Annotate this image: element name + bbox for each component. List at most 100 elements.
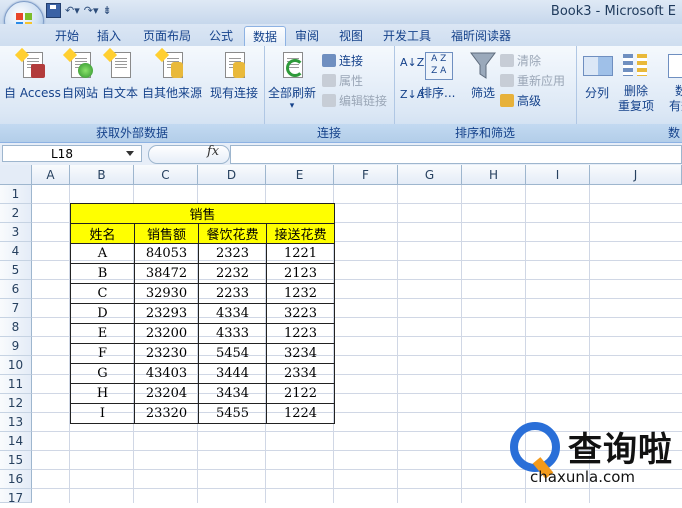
insert-function-icon[interactable]: fx — [207, 144, 219, 159]
select-all-corner[interactable] — [0, 165, 32, 185]
row-header-5[interactable]: 5 — [0, 261, 32, 280]
worksheet-grid[interactable]: A B C D E F G H I J 1 2 3 4 5 6 7 8 9 10… — [0, 165, 682, 505]
cell[interactable]: 4333 — [198, 323, 267, 344]
row-header-11[interactable]: 11 — [0, 375, 32, 394]
data-validation-button[interactable]: 数 有效 — [666, 50, 682, 114]
cell[interactable]: B — [70, 263, 135, 284]
cell[interactable]: 84053 — [134, 243, 199, 264]
cell[interactable]: G — [70, 363, 135, 384]
cell[interactable]: A — [70, 243, 135, 264]
cell[interactable]: 23230 — [134, 343, 199, 364]
sort-button[interactable]: A ZZ A 排序... — [420, 50, 455, 101]
cell[interactable]: D — [70, 303, 135, 324]
row-header-8[interactable]: 8 — [0, 318, 32, 337]
properties-button[interactable]: 属性 — [322, 72, 363, 89]
cell[interactable]: 1221 — [266, 243, 335, 264]
existing-connections-button[interactable]: 现有连接 — [210, 50, 258, 101]
row-header-4[interactable]: 4 — [0, 242, 32, 261]
header-cell-name[interactable]: 姓名 — [70, 223, 135, 244]
header-cell-dining[interactable]: 餐饮花费 — [198, 223, 267, 244]
column-header-A[interactable]: A — [32, 165, 70, 185]
cell[interactable]: 23293 — [134, 303, 199, 324]
cell[interactable]: 3223 — [266, 303, 335, 324]
tab-view[interactable]: 视图 — [332, 26, 370, 46]
cell[interactable]: 23200 — [134, 323, 199, 344]
row-header-7[interactable]: 7 — [0, 299, 32, 318]
column-header-E[interactable]: E — [266, 165, 334, 185]
refresh-dropdown-icon[interactable]: ▾ — [268, 101, 316, 111]
column-header-C[interactable]: C — [134, 165, 198, 185]
text-to-columns-button[interactable]: 分列 — [582, 50, 613, 101]
tab-page-layout[interactable]: 页面布局 — [136, 26, 198, 46]
tab-data[interactable]: 数据 — [244, 26, 286, 47]
cell[interactable]: 23204 — [134, 383, 199, 404]
cell[interactable]: 3444 — [198, 363, 267, 384]
row-header-6[interactable]: 6 — [0, 280, 32, 299]
column-header-F[interactable]: F — [334, 165, 398, 185]
row-header-17[interactable]: 17 — [0, 489, 32, 505]
cell[interactable]: 2233 — [198, 283, 267, 304]
header-cell-transport[interactable]: 接送花费 — [266, 223, 335, 244]
row-header-9[interactable]: 9 — [0, 337, 32, 356]
cell[interactable]: I — [70, 403, 135, 424]
filter-button[interactable]: 筛选 — [468, 50, 498, 101]
name-box[interactable]: L18 — [2, 145, 142, 162]
row-header-14[interactable]: 14 — [0, 432, 32, 451]
cell[interactable]: 2122 — [266, 383, 335, 404]
refresh-all-button[interactable]: 全部刷新 ▾ — [268, 50, 316, 111]
row-header-15[interactable]: 15 — [0, 451, 32, 470]
advanced-filter-button[interactable]: 高级 — [500, 92, 541, 109]
row-header-16[interactable]: 16 — [0, 470, 32, 489]
column-header-B[interactable]: B — [70, 165, 134, 185]
cell[interactable]: 43403 — [134, 363, 199, 384]
table-title-cell[interactable]: 销售 — [70, 203, 335, 224]
cell[interactable]: 2232 — [198, 263, 267, 284]
column-header-J[interactable]: J — [590, 165, 682, 185]
reapply-button[interactable]: 重新应用 — [500, 72, 565, 89]
row-header-12[interactable]: 12 — [0, 394, 32, 413]
cell[interactable]: 1223 — [266, 323, 335, 344]
name-box-dropdown-icon[interactable] — [126, 151, 134, 156]
cell[interactable]: 5455 — [198, 403, 267, 424]
remove-duplicates-button[interactable]: 删除 重复项 — [618, 50, 654, 114]
cell[interactable]: 2323 — [198, 243, 267, 264]
row-header-1[interactable]: 1 — [0, 185, 32, 204]
cell[interactable]: H — [70, 383, 135, 404]
redo-icon[interactable]: ↷▾ — [84, 4, 99, 17]
cell[interactable]: C — [70, 283, 135, 304]
tab-developer[interactable]: 开发工具 — [376, 26, 438, 46]
cell[interactable]: 38472 — [134, 263, 199, 284]
cell[interactable]: E — [70, 323, 135, 344]
cell[interactable]: 5454 — [198, 343, 267, 364]
cell[interactable]: 32930 — [134, 283, 199, 304]
cell[interactable]: F — [70, 343, 135, 364]
cell[interactable]: 2334 — [266, 363, 335, 384]
clear-filter-button[interactable]: 清除 — [500, 52, 541, 69]
row-header-13[interactable]: 13 — [0, 413, 32, 432]
edit-links-button[interactable]: 编辑链接 — [322, 92, 387, 109]
tab-review[interactable]: 审阅 — [288, 26, 326, 46]
row-header-3[interactable]: 3 — [0, 223, 32, 242]
save-icon[interactable] — [46, 3, 61, 18]
from-text-button[interactable]: 自文本 — [102, 47, 138, 101]
row-header-2[interactable]: 2 — [0, 204, 32, 223]
customize-qat-icon[interactable]: ⇟ — [103, 4, 112, 17]
tab-foxit-reader[interactable]: 福昕阅读器 — [444, 26, 518, 46]
tab-home[interactable]: 开始 — [48, 26, 86, 46]
column-header-I[interactable]: I — [526, 165, 590, 185]
from-other-sources-button[interactable]: 自其他来源 — [142, 47, 202, 101]
connections-button[interactable]: 连接 — [322, 52, 363, 69]
cell[interactable]: 1232 — [266, 283, 335, 304]
tab-insert[interactable]: 插入 — [90, 26, 128, 46]
column-header-H[interactable]: H — [462, 165, 526, 185]
column-header-D[interactable]: D — [198, 165, 266, 185]
row-header-10[interactable]: 10 — [0, 356, 32, 375]
from-web-button[interactable]: 自网站 — [62, 47, 98, 101]
cell[interactable]: 3434 — [198, 383, 267, 404]
cell[interactable]: 4334 — [198, 303, 267, 324]
tab-formulas[interactable]: 公式 — [202, 26, 240, 46]
cell[interactable]: 3234 — [266, 343, 335, 364]
cell[interactable]: 1224 — [266, 403, 335, 424]
cell[interactable]: 23320 — [134, 403, 199, 424]
column-header-G[interactable]: G — [398, 165, 462, 185]
